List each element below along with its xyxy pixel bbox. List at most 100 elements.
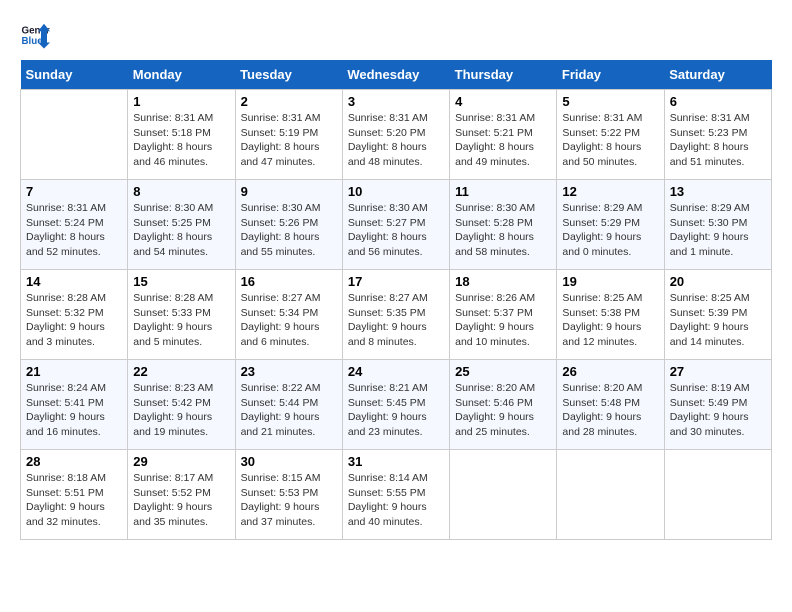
day-info: Sunrise: 8:31 AM Sunset: 5:18 PM Dayligh… — [133, 111, 229, 170]
calendar-table: SundayMondayTuesdayWednesdayThursdayFrid… — [20, 60, 772, 540]
day-info: Sunrise: 8:28 AM Sunset: 5:33 PM Dayligh… — [133, 291, 229, 350]
day-info: Sunrise: 8:18 AM Sunset: 5:51 PM Dayligh… — [26, 471, 122, 530]
day-info: Sunrise: 8:20 AM Sunset: 5:46 PM Dayligh… — [455, 381, 551, 440]
day-number: 26 — [562, 364, 658, 379]
day-number: 29 — [133, 454, 229, 469]
day-info: Sunrise: 8:24 AM Sunset: 5:41 PM Dayligh… — [26, 381, 122, 440]
day-info: Sunrise: 8:22 AM Sunset: 5:44 PM Dayligh… — [241, 381, 337, 440]
day-number: 5 — [562, 94, 658, 109]
day-info: Sunrise: 8:23 AM Sunset: 5:42 PM Dayligh… — [133, 381, 229, 440]
day-info: Sunrise: 8:29 AM Sunset: 5:30 PM Dayligh… — [670, 201, 766, 260]
day-number: 11 — [455, 184, 551, 199]
day-cell: 19 Sunrise: 8:25 AM Sunset: 5:38 PM Dayli… — [557, 270, 664, 360]
day-info: Sunrise: 8:19 AM Sunset: 5:49 PM Dayligh… — [670, 381, 766, 440]
day-cell: 4 Sunrise: 8:31 AM Sunset: 5:21 PM Daylig… — [450, 90, 557, 180]
day-number: 13 — [670, 184, 766, 199]
day-info: Sunrise: 8:30 AM Sunset: 5:26 PM Dayligh… — [241, 201, 337, 260]
day-cell: 10Sunrise: 8:30 AM Sunset: 5:27 PM Dayli… — [342, 180, 449, 270]
day-number: 1 — [133, 94, 229, 109]
day-info: Sunrise: 8:25 AM Sunset: 5:38 PM Dayligh… — [562, 291, 658, 350]
day-cell: 3Sunrise: 8:31 AM Sunset: 5:20 PM Daylig… — [342, 90, 449, 180]
day-number: 19 — [562, 274, 658, 289]
col-header-sunday: Sunday — [21, 60, 128, 90]
day-number: 28 — [26, 454, 122, 469]
day-info: Sunrise: 8:27 AM Sunset: 5:34 PM Dayligh… — [241, 291, 337, 350]
day-info: Sunrise: 8:20 AM Sunset: 5:48 PM Dayligh… — [562, 381, 658, 440]
day-cell: 9 Sunrise: 8:30 AM Sunset: 5:26 PM Daylig… — [235, 180, 342, 270]
day-cell: 16 Sunrise: 8:27 AM Sunset: 5:34 PM Dayli… — [235, 270, 342, 360]
day-info: Sunrise: 8:31 AM Sunset: 5:21 PM Dayligh… — [455, 111, 551, 170]
day-cell: 23 Sunrise: 8:22 AM Sunset: 5:44 PM Dayli… — [235, 360, 342, 450]
day-number: 21 — [26, 364, 122, 379]
day-cell: 21 Sunrise: 8:24 AM Sunset: 5:41 PM Dayli… — [21, 360, 128, 450]
col-header-thursday: Thursday — [450, 60, 557, 90]
day-number: 4 — [455, 94, 551, 109]
day-cell: 1 Sunrise: 8:31 AM Sunset: 5:18 PM Daylig… — [128, 90, 235, 180]
day-number: 15 — [133, 274, 229, 289]
day-cell: 2 Sunrise: 8:31 AM Sunset: 5:19 PM Daylig… — [235, 90, 342, 180]
day-cell: 28 Sunrise: 8:18 AM Sunset: 5:51 PM Dayli… — [21, 450, 128, 540]
day-info: Sunrise: 8:30 AM Sunset: 5:28 PM Dayligh… — [455, 201, 551, 260]
col-header-tuesday: Tuesday — [235, 60, 342, 90]
day-info: Sunrise: 8:31 AM Sunset: 5:19 PM Dayligh… — [241, 111, 337, 170]
day-number: 27 — [670, 364, 766, 379]
day-cell: 25 Sunrise: 8:20 AM Sunset: 5:46 PM Dayli… — [450, 360, 557, 450]
day-number: 23 — [241, 364, 337, 379]
day-info: Sunrise: 8:21 AM Sunset: 5:45 PM Dayligh… — [348, 381, 444, 440]
day-cell: 12Sunrise: 8:29 AM Sunset: 5:29 PM Dayli… — [557, 180, 664, 270]
day-number: 31 — [348, 454, 444, 469]
day-number: 18 — [455, 274, 551, 289]
day-cell: 17 Sunrise: 8:27 AM Sunset: 5:35 PM Dayli… — [342, 270, 449, 360]
day-cell: 15 Sunrise: 8:28 AM Sunset: 5:33 PM Dayli… — [128, 270, 235, 360]
day-number: 10 — [348, 184, 444, 199]
day-info: Sunrise: 8:25 AM Sunset: 5:39 PM Dayligh… — [670, 291, 766, 350]
day-cell: 5 Sunrise: 8:31 AM Sunset: 5:22 PM Daylig… — [557, 90, 664, 180]
day-cell — [21, 90, 128, 180]
day-number: 30 — [241, 454, 337, 469]
day-number: 25 — [455, 364, 551, 379]
day-cell: 20Sunrise: 8:25 AM Sunset: 5:39 PM Dayli… — [664, 270, 771, 360]
day-info: Sunrise: 8:29 AM Sunset: 5:29 PM Dayligh… — [562, 201, 658, 260]
col-header-saturday: Saturday — [664, 60, 771, 90]
day-cell: 26 Sunrise: 8:20 AM Sunset: 5:48 PM Dayli… — [557, 360, 664, 450]
day-cell — [450, 450, 557, 540]
page-header: General Blue — [20, 20, 772, 50]
week-row-3: 14 Sunrise: 8:28 AM Sunset: 5:32 PM Dayli… — [21, 270, 772, 360]
day-info: Sunrise: 8:15 AM Sunset: 5:53 PM Dayligh… — [241, 471, 337, 530]
week-row-5: 28 Sunrise: 8:18 AM Sunset: 5:51 PM Dayli… — [21, 450, 772, 540]
day-number: 6 — [670, 94, 766, 109]
day-info: Sunrise: 8:17 AM Sunset: 5:52 PM Dayligh… — [133, 471, 229, 530]
day-cell: 27 Sunrise: 8:19 AM Sunset: 5:49 PM Dayli… — [664, 360, 771, 450]
day-cell — [664, 450, 771, 540]
day-cell: 13 Sunrise: 8:29 AM Sunset: 5:30 PM Dayli… — [664, 180, 771, 270]
day-info: Sunrise: 8:31 AM Sunset: 5:23 PM Dayligh… — [670, 111, 766, 170]
day-cell: 7Sunrise: 8:31 AM Sunset: 5:24 PM Daylig… — [21, 180, 128, 270]
col-header-monday: Monday — [128, 60, 235, 90]
day-info: Sunrise: 8:28 AM Sunset: 5:32 PM Dayligh… — [26, 291, 122, 350]
day-cell: 31Sunrise: 8:14 AM Sunset: 5:55 PM Dayli… — [342, 450, 449, 540]
day-cell: 14 Sunrise: 8:28 AM Sunset: 5:32 PM Dayli… — [21, 270, 128, 360]
week-row-2: 7Sunrise: 8:31 AM Sunset: 5:24 PM Daylig… — [21, 180, 772, 270]
col-header-wednesday: Wednesday — [342, 60, 449, 90]
day-cell: 29 Sunrise: 8:17 AM Sunset: 5:52 PM Dayli… — [128, 450, 235, 540]
header-row: SundayMondayTuesdayWednesdayThursdayFrid… — [21, 60, 772, 90]
week-row-1: 1 Sunrise: 8:31 AM Sunset: 5:18 PM Daylig… — [21, 90, 772, 180]
day-number: 8 — [133, 184, 229, 199]
day-info: Sunrise: 8:30 AM Sunset: 5:25 PM Dayligh… — [133, 201, 229, 260]
day-cell: 6 Sunrise: 8:31 AM Sunset: 5:23 PM Daylig… — [664, 90, 771, 180]
day-cell: 11 Sunrise: 8:30 AM Sunset: 5:28 PM Dayli… — [450, 180, 557, 270]
day-number: 24 — [348, 364, 444, 379]
day-cell: 22Sunrise: 8:23 AM Sunset: 5:42 PM Dayli… — [128, 360, 235, 450]
logo: General Blue — [20, 20, 55, 50]
day-number: 17 — [348, 274, 444, 289]
day-info: Sunrise: 8:31 AM Sunset: 5:24 PM Dayligh… — [26, 201, 122, 260]
logo-icon: General Blue — [20, 20, 50, 50]
day-number: 14 — [26, 274, 122, 289]
day-info: Sunrise: 8:31 AM Sunset: 5:20 PM Dayligh… — [348, 111, 444, 170]
day-number: 16 — [241, 274, 337, 289]
day-cell: 24 Sunrise: 8:21 AM Sunset: 5:45 PM Dayli… — [342, 360, 449, 450]
day-number: 2 — [241, 94, 337, 109]
day-info: Sunrise: 8:27 AM Sunset: 5:35 PM Dayligh… — [348, 291, 444, 350]
day-number: 9 — [241, 184, 337, 199]
day-info: Sunrise: 8:31 AM Sunset: 5:22 PM Dayligh… — [562, 111, 658, 170]
